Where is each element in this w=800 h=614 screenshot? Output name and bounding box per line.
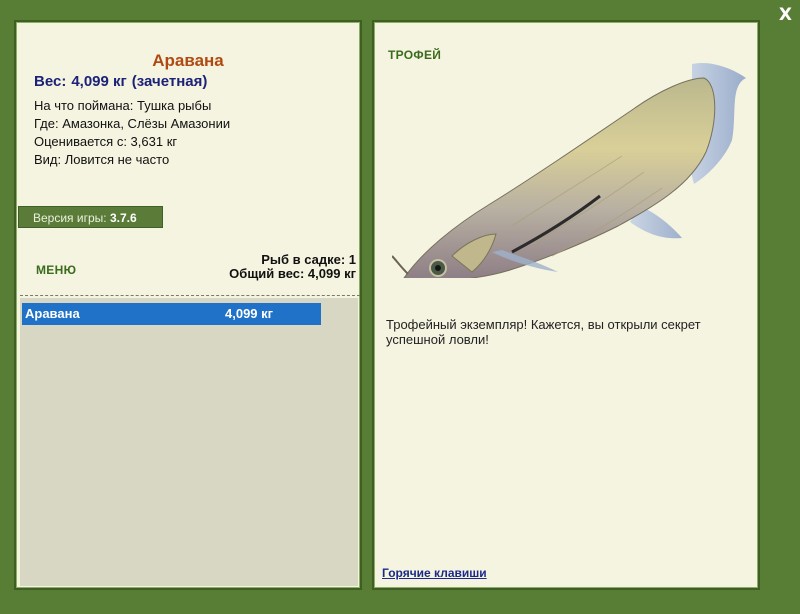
weight-value: 4,099 кг [71,73,127,90]
list-item-weight: 4,099 кг [225,306,274,321]
hotkeys-link[interactable]: Горячие клавиши [382,566,487,580]
caught-on-text: На что поймана: Тушка рыбы [34,98,212,113]
catch-list: Аравана 4,099 кг [20,298,358,586]
version-value: 3.7.6 [109,211,137,225]
trophy-description: Трофейный экземпляр! Кажется, вы открыли… [386,317,701,347]
arowana-fish-image [392,62,746,278]
total-weight: Общий вес: 4,099 кг [229,266,356,281]
cage-summary: Рыб в садке: 1 Общий вес: 4,099 кг [229,253,356,281]
list-item[interactable]: Аравана 4,099 кг [22,303,321,325]
fish-info-panel: Аравана Вес: 4,099 кг (зачетная) На что по… [14,20,362,590]
weight-label: Вес: [34,73,67,90]
menu-button[interactable]: МЕНЮ [36,263,76,277]
game-version-badge: Версия игры: 3.7.6 [18,206,163,228]
trophy-panel: ТРОФЕЙ Трофейный экземпляр! Кажется, вы … [372,20,760,590]
fish-details: На что поймана: Тушка рыбы Где: Амазонка… [34,97,230,169]
divider [20,295,360,296]
location-text: Где: Амазонка, Слёзы Амазонии [34,116,231,131]
weight-note: (зачетная) [131,73,208,90]
close-icon[interactable]: X [779,5,792,25]
fish-name: Аравана [152,51,224,70]
cage-count: Рыб в садке: 1 [261,252,356,267]
rarity-text: Вид: Ловится не часто [34,152,170,167]
weight-line: Вес: 4,099 кг (зачетная) [34,73,207,90]
list-item-name: Аравана [25,306,80,321]
rated-from-text: Оценивается с: 3,631 кг [34,134,178,149]
close-button[interactable]: X [779,6,792,24]
version-label: Версия игры: [33,211,107,225]
